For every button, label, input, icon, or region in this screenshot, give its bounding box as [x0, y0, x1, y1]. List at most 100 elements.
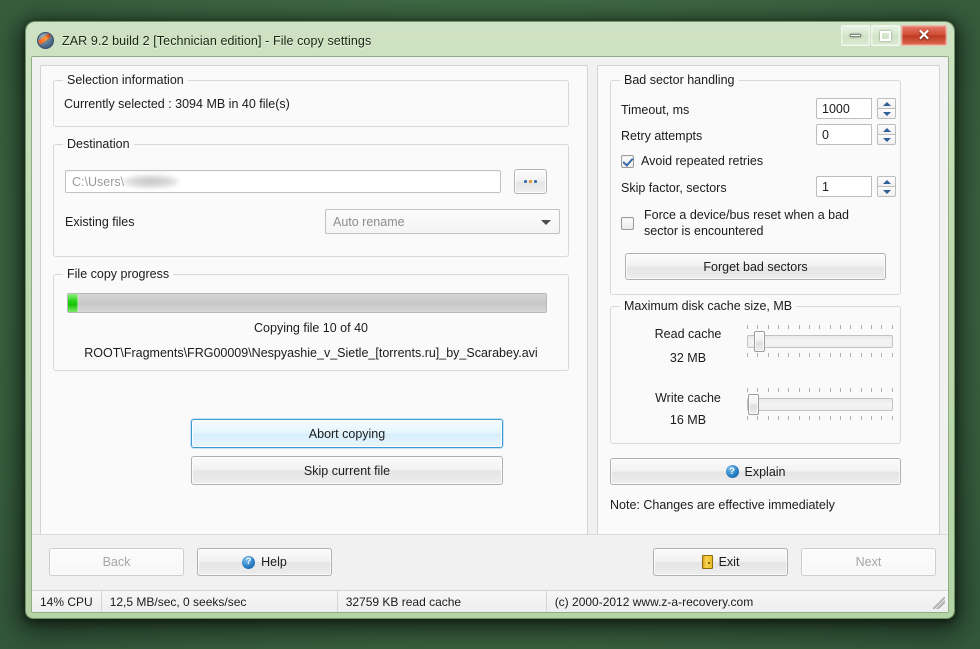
explain-label: Explain [744, 464, 786, 479]
disk-cache-group: Maximum disk cache size, MB Read cache 3… [610, 299, 901, 444]
destination-path-input[interactable]: C:\Users\ [65, 170, 501, 193]
back-button[interactable]: Back [49, 548, 184, 576]
next-label: Next [855, 555, 882, 569]
slider-tick [809, 353, 811, 357]
copy-progress-fill [68, 294, 78, 312]
slider-tick [850, 353, 852, 357]
slider-tick [840, 325, 842, 329]
retry-increment-button[interactable] [877, 124, 896, 134]
slider-tick [819, 325, 821, 329]
selection-summary-text: Currently selected : 3094 MB in 40 file(… [64, 97, 290, 111]
minimize-button[interactable] [841, 25, 870, 46]
help-button[interactable]: ? Help [197, 548, 332, 576]
back-label: Back [102, 555, 131, 569]
slider-tick [860, 325, 862, 329]
retry-decrement-button[interactable] [877, 134, 896, 145]
write-slider-ticks-top [747, 387, 893, 392]
slider-tick [871, 353, 873, 357]
bad-sector-handling-group: Bad sector handling Timeout, ms 1000 Ret… [610, 73, 901, 295]
slider-tick [860, 388, 862, 392]
retry-attempts-spinner[interactable]: 0 [816, 124, 896, 145]
slider-tick [798, 416, 800, 420]
exit-button[interactable]: Exit [653, 548, 788, 576]
slider-tick [881, 388, 883, 392]
write-slider-thumb[interactable] [748, 394, 759, 415]
slider-tick [829, 325, 831, 329]
write-cache-value: 16 MB [669, 413, 707, 427]
slider-tick [829, 416, 831, 420]
close-button[interactable]: ✕ [901, 25, 947, 46]
slider-tick [788, 416, 790, 420]
wizard-footer: Back ? Help Exit Next [32, 534, 948, 590]
slider-tick [850, 416, 852, 420]
force-device-reset-checkbox[interactable]: Force a device/bus reset when a bad sect… [621, 207, 886, 239]
status-throughput: 12,5 MB/sec, 0 seeks/sec [109, 594, 247, 609]
timeout-increment-button[interactable] [877, 98, 896, 108]
slider-tick [881, 325, 883, 329]
abort-copying-button[interactable]: Abort copying [191, 419, 503, 448]
slider-tick [767, 353, 769, 357]
resize-grip-icon[interactable] [933, 597, 945, 609]
slider-tick [850, 325, 852, 329]
slider-tick [788, 325, 790, 329]
skip-factor-input[interactable]: 1 [816, 176, 872, 197]
slider-tick [891, 416, 893, 420]
disk-cache-title: Maximum disk cache size, MB [620, 299, 797, 313]
slider-tick [798, 388, 800, 392]
slider-tick [757, 325, 759, 329]
caret-down-icon [882, 137, 891, 142]
retry-spinner-buttons[interactable] [877, 124, 896, 145]
timeout-spinner-buttons[interactable] [877, 98, 896, 119]
forget-bad-sectors-button[interactable]: Forget bad sectors [625, 253, 886, 280]
left-pane: Selection information Currently selected… [40, 65, 588, 550]
forget-bad-sectors-label: Forget bad sectors [703, 259, 808, 274]
existing-files-select[interactable]: Auto rename [325, 209, 560, 234]
write-slider-ticks-bottom [747, 416, 893, 421]
selection-information-group: Selection information Currently selected… [53, 73, 569, 127]
close-icon: ✕ [917, 27, 931, 44]
read-slider-thumb[interactable] [754, 331, 765, 352]
slider-tick [819, 353, 821, 357]
existing-files-value: Auto rename [333, 214, 405, 229]
slider-tick [819, 388, 821, 392]
explain-button[interactable]: ? Explain [610, 458, 901, 485]
status-cpu: 14% CPU [40, 594, 93, 609]
slider-tick [798, 353, 800, 357]
selection-information-title: Selection information [63, 73, 188, 87]
read-cache-value: 32 MB [669, 351, 707, 365]
timeout-label: Timeout, ms [621, 103, 690, 117]
slider-tick [840, 388, 842, 392]
retry-attempts-label: Retry attempts [621, 129, 703, 143]
timeout-input[interactable]: 1000 [816, 98, 872, 119]
skip-factor-spinner[interactable]: 1 [816, 176, 896, 197]
timeout-spinner[interactable]: 1000 [816, 98, 896, 119]
write-cache-slider[interactable] [747, 387, 893, 421]
slider-tick [778, 416, 780, 420]
copy-status-text: Copying file 10 of 40 [254, 321, 368, 335]
slider-tick [829, 388, 831, 392]
ellipsis-dot-icon [534, 180, 537, 183]
skip-current-file-button[interactable]: Skip current file [191, 456, 503, 485]
door-exit-icon [701, 555, 713, 569]
slider-tick [809, 388, 811, 392]
next-button[interactable]: Next [801, 548, 936, 576]
slider-tick [881, 416, 883, 420]
retry-attempts-input[interactable]: 0 [816, 124, 872, 145]
skip-factor-spinner-buttons[interactable] [877, 176, 896, 197]
abort-copying-label: Abort copying [308, 426, 386, 441]
slider-tick [757, 416, 759, 420]
write-slider-track[interactable] [747, 398, 893, 411]
skip-factor-decrement-button[interactable] [877, 186, 896, 197]
avoid-repeated-retries-checkbox[interactable]: Avoid repeated retries [621, 154, 763, 168]
slider-tick [891, 353, 893, 357]
exit-label: Exit [718, 555, 740, 569]
read-slider-track[interactable] [747, 335, 893, 348]
timeout-decrement-button[interactable] [877, 108, 896, 119]
skip-factor-increment-button[interactable] [877, 176, 896, 186]
slider-tick [767, 325, 769, 329]
maximize-button[interactable] [871, 25, 900, 46]
browse-destination-button[interactable] [514, 169, 547, 194]
slider-tick [747, 325, 748, 329]
slider-tick [809, 325, 811, 329]
read-cache-slider[interactable] [747, 324, 893, 358]
